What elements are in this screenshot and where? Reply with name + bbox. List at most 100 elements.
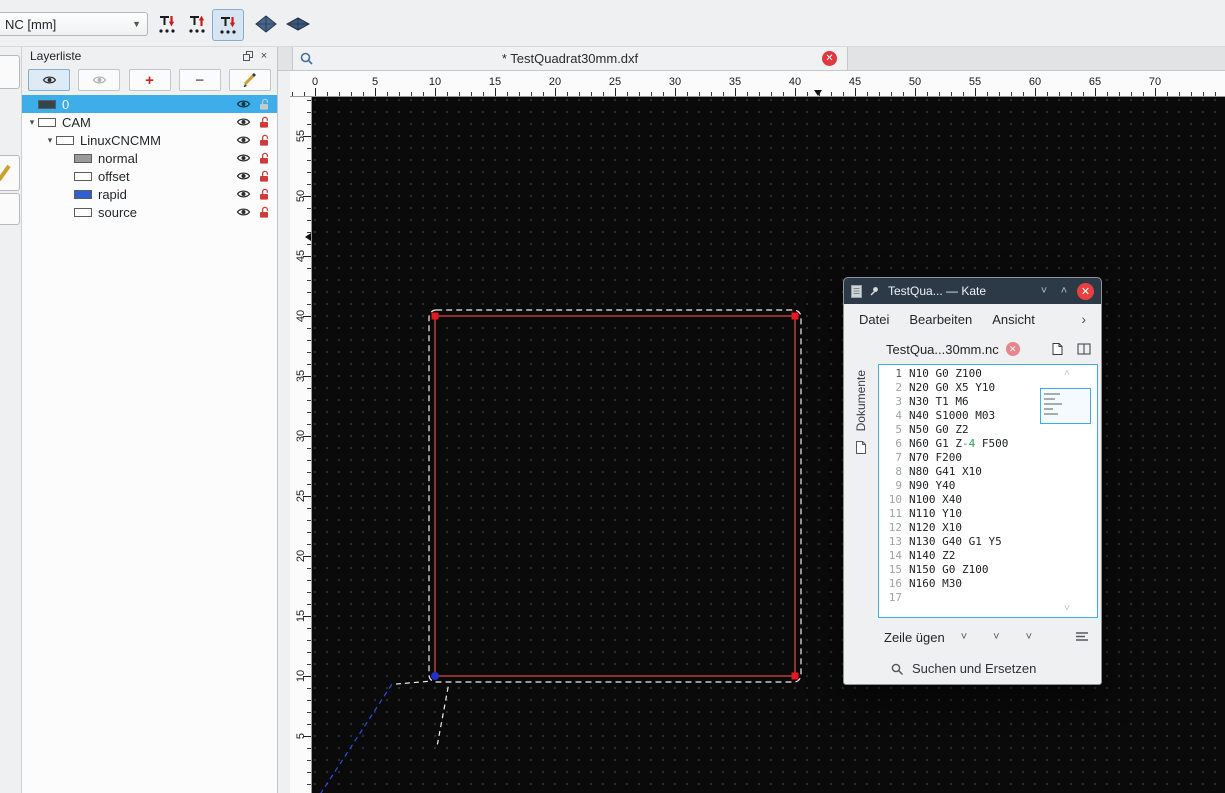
code-line: 1 N10 G0 Z100	[879, 367, 1037, 381]
maximize-icon[interactable]: ˄	[1057, 285, 1071, 297]
menu-bearbeiten[interactable]: Bearbeiten	[909, 312, 972, 327]
unlock-icon[interactable]	[255, 188, 273, 201]
split-view-icon[interactable]	[1077, 342, 1091, 356]
mesh-view-button-1[interactable]	[252, 10, 280, 38]
ruler-label: 15	[488, 76, 502, 88]
menu-datei[interactable]: Datei	[859, 312, 889, 327]
layer-label: rapid	[98, 186, 127, 202]
export-points-button[interactable]	[183, 10, 211, 38]
sidebar-tab-dokumente[interactable]: Dokumente	[854, 370, 868, 431]
edit-layer-button[interactable]	[229, 69, 271, 91]
mesh-view-button-2[interactable]	[284, 10, 312, 38]
clipped-tool-button[interactable]	[0, 55, 20, 89]
align-lines-icon[interactable]	[1075, 631, 1089, 643]
layer-color-swatch[interactable]	[74, 171, 92, 181]
lock-disabled-icon[interactable]	[255, 98, 273, 111]
code-text: N10 G0 Z100	[909, 367, 982, 380]
clipped-tool-button[interactable]	[0, 155, 20, 191]
unlock-icon[interactable]	[255, 134, 273, 147]
minimap-view-indicator[interactable]	[1040, 388, 1091, 424]
ruler-label: 50	[908, 76, 922, 88]
postprocessor-combo[interactable]: NC [mm] ▼	[0, 12, 148, 36]
unlock-icon[interactable]	[255, 170, 273, 183]
chevron-down-icon[interactable]: ˅	[993, 631, 999, 643]
layer-color-swatch[interactable]	[38, 117, 56, 127]
layer-color-swatch[interactable]	[74, 207, 92, 217]
code-line: 17	[879, 591, 1037, 605]
eye-icon[interactable]	[231, 117, 255, 127]
eye-icon[interactable]	[231, 189, 255, 199]
line-number: 17	[888, 591, 902, 604]
tool-active-button[interactable]	[212, 9, 244, 41]
layer-row-0[interactable]: 0	[22, 95, 277, 113]
code-text: N120 X10	[909, 521, 962, 534]
layer-color-swatch[interactable]	[56, 135, 74, 145]
ruler-tick	[495, 88, 496, 96]
search-replace-label: Suchen und Ersetzen	[912, 661, 1037, 676]
expander-icon[interactable]: ▾	[26, 117, 38, 128]
layer-row-normal[interactable]: normal	[22, 149, 277, 167]
close-panel-icon[interactable]: ×	[257, 50, 271, 62]
scrollbar-minimap[interactable]: ˄ ˅	[1038, 366, 1096, 616]
chevron-down-icon[interactable]: ˅	[1026, 631, 1032, 643]
ruler-label: 70	[1148, 76, 1162, 88]
clipped-tool-button[interactable]	[0, 193, 20, 225]
unlock-icon[interactable]	[255, 206, 273, 219]
expander-icon[interactable]: ▾	[44, 135, 56, 146]
eye-icon[interactable]	[231, 153, 255, 163]
code-editor[interactable]: 1 N10 G0 Z100 2 N20 G0 X5 Y10 3 N30 T1 M6 4 N40…	[878, 364, 1098, 618]
kate-window: TestQua... — Kate ˅ ˄ ✕ Datei Bearbeiten…	[843, 277, 1102, 685]
close-icon[interactable]: ✕	[1005, 342, 1020, 356]
close-icon[interactable]: ✕	[1077, 282, 1094, 300]
left-vertical-toolbar	[0, 47, 22, 793]
unlock-icon[interactable]	[255, 152, 273, 165]
code-text: N30 T1 M6	[909, 395, 969, 408]
tab-testquadrat30mm-dxf[interactable]: * TestQuadrat30mm.dxf ✕	[292, 47, 848, 70]
kate-body: Dokumente 1 N10 G0 Z100 2 N20 G0 X5 Y10 3 N30…	[844, 364, 1101, 623]
scroll-down-icon[interactable]: ˅	[1064, 603, 1070, 614]
ruler-tick	[1035, 88, 1036, 96]
unlock-icon[interactable]	[255, 116, 273, 129]
layer-row-cam[interactable]: ▾ CAM	[22, 113, 277, 131]
import-points-button[interactable]	[153, 10, 181, 38]
ruler-tick	[795, 88, 796, 96]
new-document-icon[interactable]	[1050, 342, 1064, 356]
code-text: N100 X40	[909, 493, 962, 506]
chevron-down-icon: ▼	[132, 19, 141, 29]
eye-icon[interactable]	[231, 135, 255, 145]
layer-row-offset[interactable]: offset	[22, 167, 277, 185]
line-number: 15	[888, 563, 902, 576]
line-tool-combo[interactable]: Zeile ügen ˅	[884, 630, 967, 645]
layer-label: LinuxCNCMM	[80, 132, 161, 148]
layer-row-source[interactable]: source	[22, 203, 277, 221]
eye-icon[interactable]	[231, 99, 255, 109]
eye-icon[interactable]	[231, 171, 255, 181]
kate-command-row: Zeile ügen ˅ ˅ ˅	[844, 623, 1101, 651]
line-number: 13	[888, 535, 902, 548]
code-line: 12 N120 X10	[879, 521, 1037, 535]
remove-layer-button[interactable]: −	[178, 69, 221, 91]
eye-icon[interactable]	[231, 207, 255, 217]
layer-color-swatch[interactable]	[74, 153, 92, 163]
scroll-up-icon[interactable]: ˄	[1064, 368, 1070, 379]
menu-overflow-icon[interactable]: ›	[1081, 311, 1086, 327]
minimize-icon[interactable]: ˅	[1037, 285, 1051, 297]
hide-layers-button[interactable]	[78, 69, 121, 91]
kate-titlebar[interactable]: TestQua... — Kate ˅ ˄ ✕	[844, 278, 1101, 304]
close-icon[interactable]: ✕	[822, 51, 837, 66]
line-number: 16	[888, 577, 902, 590]
menu-ansicht[interactable]: Ansicht	[992, 312, 1035, 327]
ruler-minor-ticks	[307, 97, 311, 793]
layer-row-linuxcncmm[interactable]: ▾ LinuxCNCMM	[22, 131, 277, 149]
search-replace-bar[interactable]: Suchen und Ersetzen	[844, 651, 1101, 686]
layer-color-swatch[interactable]	[38, 99, 56, 109]
tab-testqua30mm-nc[interactable]: TestQua...30mm.nc ✕	[882, 339, 1024, 360]
float-panel-icon[interactable]	[241, 50, 255, 62]
layer-label: 0	[62, 96, 70, 112]
line-number: 4	[895, 409, 902, 422]
layer-row-rapid[interactable]: rapid	[22, 185, 277, 203]
line-number: 3	[895, 395, 902, 408]
layer-color-swatch[interactable]	[74, 189, 92, 199]
show-all-layers-button[interactable]	[28, 69, 70, 91]
add-layer-button[interactable]: +	[128, 69, 171, 91]
